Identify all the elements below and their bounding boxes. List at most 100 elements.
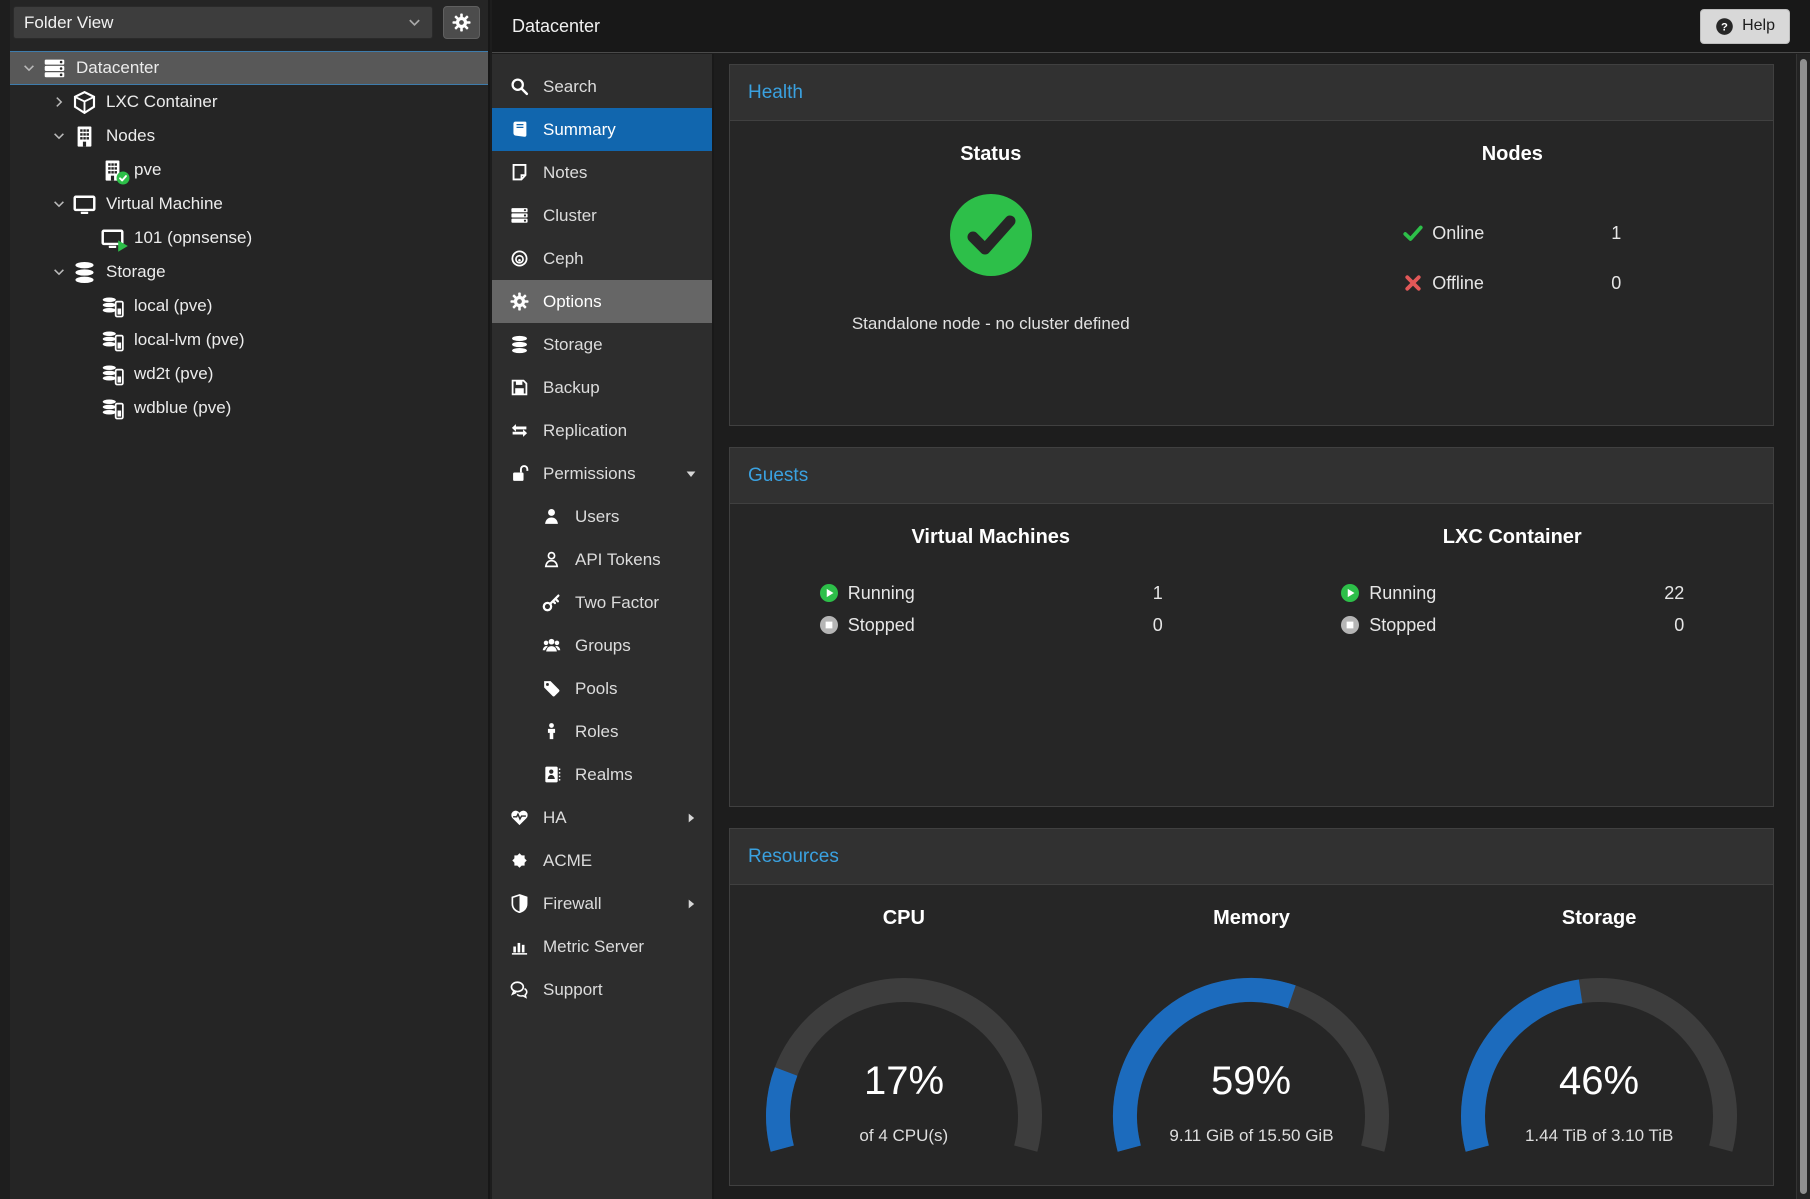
- virtual-machines-column: Virtual Machines Running 1: [730, 504, 1252, 806]
- nodes-status-column: Nodes Online 1: [1252, 121, 1774, 425]
- nodes-header: Nodes: [1482, 143, 1543, 166]
- menu-item-permissions[interactable]: Permissions: [492, 452, 712, 495]
- health-panel: Health Status Standalone node - no clust…: [729, 64, 1774, 426]
- resource-tree: Datacenter LXC Container Nodes pve Virtual M…: [10, 51, 488, 1199]
- chevron-down-icon[interactable]: [48, 129, 70, 143]
- caret-right-icon[interactable]: [684, 897, 698, 911]
- stop-circle-icon: [819, 615, 839, 635]
- menu-item-ceph[interactable]: Ceph: [492, 237, 712, 280]
- lxc-container-header: LXC Container: [1443, 526, 1582, 549]
- scrollbar-thumb[interactable]: [1800, 59, 1807, 1194]
- tree-item-label: LXC Container: [106, 92, 218, 112]
- menu-item-summary[interactable]: Summary: [492, 108, 712, 151]
- chevron-down-icon: [407, 15, 422, 30]
- menu-item-storage[interactable]: Storage: [492, 323, 712, 366]
- menu-item-ha[interactable]: HA: [492, 796, 712, 839]
- menu-item-pools[interactable]: Pools: [492, 667, 712, 710]
- menu-item-label: Search: [543, 77, 597, 97]
- menu-item-label: Two Factor: [575, 593, 659, 613]
- vm-stopped-row: Stopped 0: [819, 609, 1163, 641]
- menu-item-roles[interactable]: Roles: [492, 710, 712, 753]
- tree-item-label: pve: [134, 160, 161, 180]
- chevron-down-icon[interactable]: [18, 61, 40, 75]
- tree-item-101-opnsense[interactable]: 101 (opnsense): [10, 221, 488, 255]
- cube-icon: [70, 91, 98, 114]
- vm-running-count: 1: [1153, 583, 1163, 604]
- tree-item-wdblue-pve[interactable]: wdblue (pve): [10, 391, 488, 425]
- menu-item-label: Cluster: [543, 206, 597, 226]
- check-icon: [1403, 223, 1423, 243]
- tree-item-label: Storage: [106, 262, 166, 282]
- storage-percent: 46%: [1559, 1059, 1639, 1103]
- tree-settings-button[interactable]: [443, 6, 480, 39]
- svg-text:?: ?: [1721, 21, 1728, 33]
- nodes-online-row: Online 1: [1403, 208, 1621, 258]
- menu-item-label: Pools: [575, 679, 618, 699]
- cluster-status-column: Status Standalone node - no cluster defi…: [730, 121, 1252, 425]
- caret-right-icon[interactable]: [684, 811, 698, 825]
- view-selector-value: Folder View: [24, 13, 113, 33]
- menu-item-label: Firewall: [543, 894, 602, 914]
- vm-running-row: Running 1: [819, 577, 1163, 609]
- datacenter-menu: Search SummaryNotes Cluster CephOptionsStor…: [492, 54, 714, 1199]
- database-box-icon: [98, 295, 126, 318]
- menu-item-label: Permissions: [543, 464, 636, 484]
- caret-down-icon[interactable]: [684, 467, 698, 481]
- status-ok-check-circle-icon: [948, 192, 1034, 278]
- menu-item-api-tokens[interactable]: API Tokens: [492, 538, 712, 581]
- chevron-down-icon[interactable]: [48, 197, 70, 211]
- menu-item-acme[interactable]: ACME: [492, 839, 712, 882]
- page-title: Datacenter: [512, 16, 600, 37]
- resources-panel-header: Resources: [730, 829, 1773, 885]
- database-box-icon: [98, 329, 126, 352]
- chevron-down-icon[interactable]: [48, 265, 70, 279]
- question-circle-icon: ?: [1715, 17, 1734, 36]
- tree-item-lxc-container[interactable]: LXC Container: [10, 85, 488, 119]
- menu-item-firewall[interactable]: Firewall: [492, 882, 712, 925]
- menu-item-search[interactable]: Search: [492, 65, 712, 108]
- replication-icon: [508, 421, 530, 440]
- tree-item-wd2t-pve[interactable]: wd2t (pve): [10, 357, 488, 391]
- menu-item-options[interactable]: Options: [492, 280, 712, 323]
- menu-item-cluster[interactable]: Cluster: [492, 194, 712, 237]
- tree-item-local-pve[interactable]: local (pve): [10, 289, 488, 323]
- user-o-icon: [540, 550, 562, 569]
- lxc-stopped-count: 0: [1674, 615, 1684, 636]
- cpu-detail: of 4 CPU(s): [859, 1126, 948, 1146]
- menu-item-realms[interactable]: Realms: [492, 753, 712, 796]
- menu-item-backup[interactable]: Backup: [492, 366, 712, 409]
- monitor-icon: [70, 193, 98, 216]
- tree-item-virtual-machine[interactable]: Virtual Machine: [10, 187, 488, 221]
- menu-item-label: Backup: [543, 378, 600, 398]
- help-button[interactable]: ? Help: [1700, 9, 1790, 44]
- vm-running-label: Running: [848, 583, 915, 604]
- chevron-right-icon[interactable]: [48, 95, 70, 109]
- menu-item-notes[interactable]: Notes: [492, 151, 712, 194]
- tag-icon: [540, 679, 562, 698]
- menu-item-replication[interactable]: Replication: [492, 409, 712, 452]
- building-icon: [98, 159, 126, 182]
- address-book-icon: [540, 765, 562, 784]
- menu-item-label: Support: [543, 980, 603, 1000]
- vm-stopped-count: 0: [1153, 615, 1163, 636]
- tree-item-local-lvm-pve[interactable]: local-lvm (pve): [10, 323, 488, 357]
- lxc-running-row: Running 22: [1340, 577, 1684, 609]
- shield-icon: [508, 894, 530, 913]
- menu-item-support[interactable]: Support: [492, 968, 712, 1011]
- vertical-scrollbar[interactable]: [1796, 54, 1810, 1199]
- menu-item-two-factor[interactable]: Two Factor: [492, 581, 712, 624]
- search-icon: [508, 77, 530, 96]
- tree-item-datacenter[interactable]: Datacenter: [10, 51, 488, 85]
- menu-item-metric-server[interactable]: Metric Server: [492, 925, 712, 968]
- menu-item-groups[interactable]: Groups: [492, 624, 712, 667]
- guests-panel-header: Guests: [730, 448, 1773, 504]
- storage-gauge: Storage 46% 1.44 TiB of 3.10 TiB: [1425, 885, 1773, 1185]
- server-icon: [508, 206, 530, 225]
- tree-item-label: Datacenter: [76, 58, 159, 78]
- menu-item-users[interactable]: Users: [492, 495, 712, 538]
- menu-item-label: HA: [543, 808, 567, 828]
- view-selector[interactable]: Folder View: [13, 6, 433, 39]
- tree-item-storage[interactable]: Storage: [10, 255, 488, 289]
- tree-item-pve[interactable]: pve: [10, 153, 488, 187]
- tree-item-nodes[interactable]: Nodes: [10, 119, 488, 153]
